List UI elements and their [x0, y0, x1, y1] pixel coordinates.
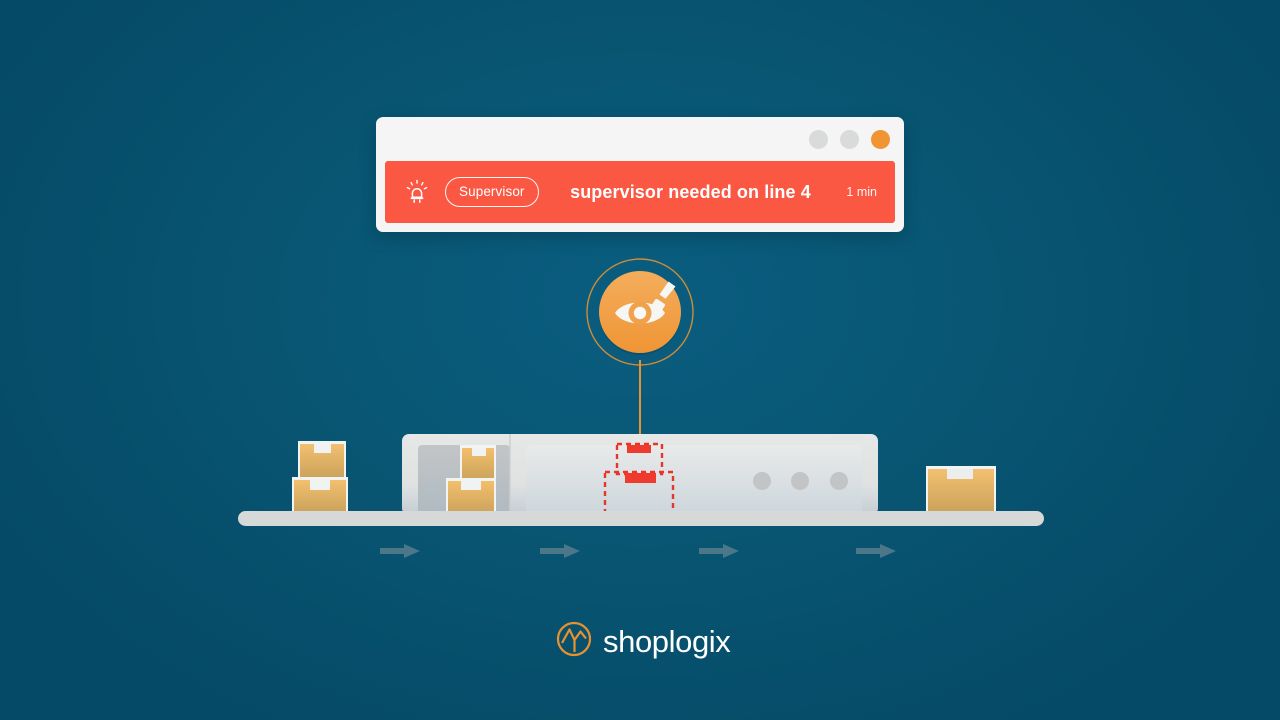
- alert-message-text: supervisor needed on line 4: [570, 181, 811, 202]
- box-stack-left: [292, 441, 348, 513]
- flow-arrow-row: [0, 538, 1280, 566]
- window-dot-minimize[interactable]: [809, 130, 828, 149]
- window-titlebar: [376, 117, 904, 161]
- flow-arrow-1: [380, 544, 420, 558]
- conveyor-belt: [238, 511, 1044, 526]
- box-lower: [292, 477, 348, 513]
- notification-window: Supervisor supervisor needed on line 4 1…: [376, 117, 904, 232]
- machine-indicator-2: [791, 472, 809, 490]
- inspector-magnifier-badge[interactable]: [584, 256, 696, 368]
- machine-box-lower: [446, 478, 496, 515]
- alert-notification-row[interactable]: Supervisor supervisor needed on line 4 1…: [385, 161, 895, 223]
- alert-timestamp: 1 min: [846, 185, 877, 199]
- machine-box-upper: [460, 445, 496, 481]
- flow-arrow-3: [699, 544, 739, 558]
- flow-arrow-4: [856, 544, 896, 558]
- inspector-connector-line: [639, 360, 641, 438]
- machine-indicator-3: [830, 472, 848, 490]
- supervisor-tag-chip[interactable]: Supervisor: [445, 176, 539, 208]
- illustration-canvas: Supervisor supervisor needed on line 4 1…: [0, 0, 1280, 720]
- shoplogix-wordmark: shoplogix: [603, 623, 731, 659]
- shoplogix-mark-icon: [556, 621, 592, 662]
- flagged-box-lower-flap: [625, 473, 656, 483]
- shoplogix-logo: shoplogix: [556, 618, 731, 664]
- window-dot-maximize[interactable]: [840, 130, 859, 149]
- box-right: [926, 466, 996, 513]
- machine-indicator-1: [753, 472, 771, 490]
- siren-alarm-icon: [405, 179, 429, 205]
- window-dot-close[interactable]: [871, 130, 890, 149]
- production-machine: [402, 434, 878, 519]
- flagged-box-upper-flap: [627, 445, 651, 453]
- flow-arrow-2: [540, 544, 580, 558]
- box-upper: [298, 441, 346, 481]
- machine-right-panel: [526, 445, 862, 515]
